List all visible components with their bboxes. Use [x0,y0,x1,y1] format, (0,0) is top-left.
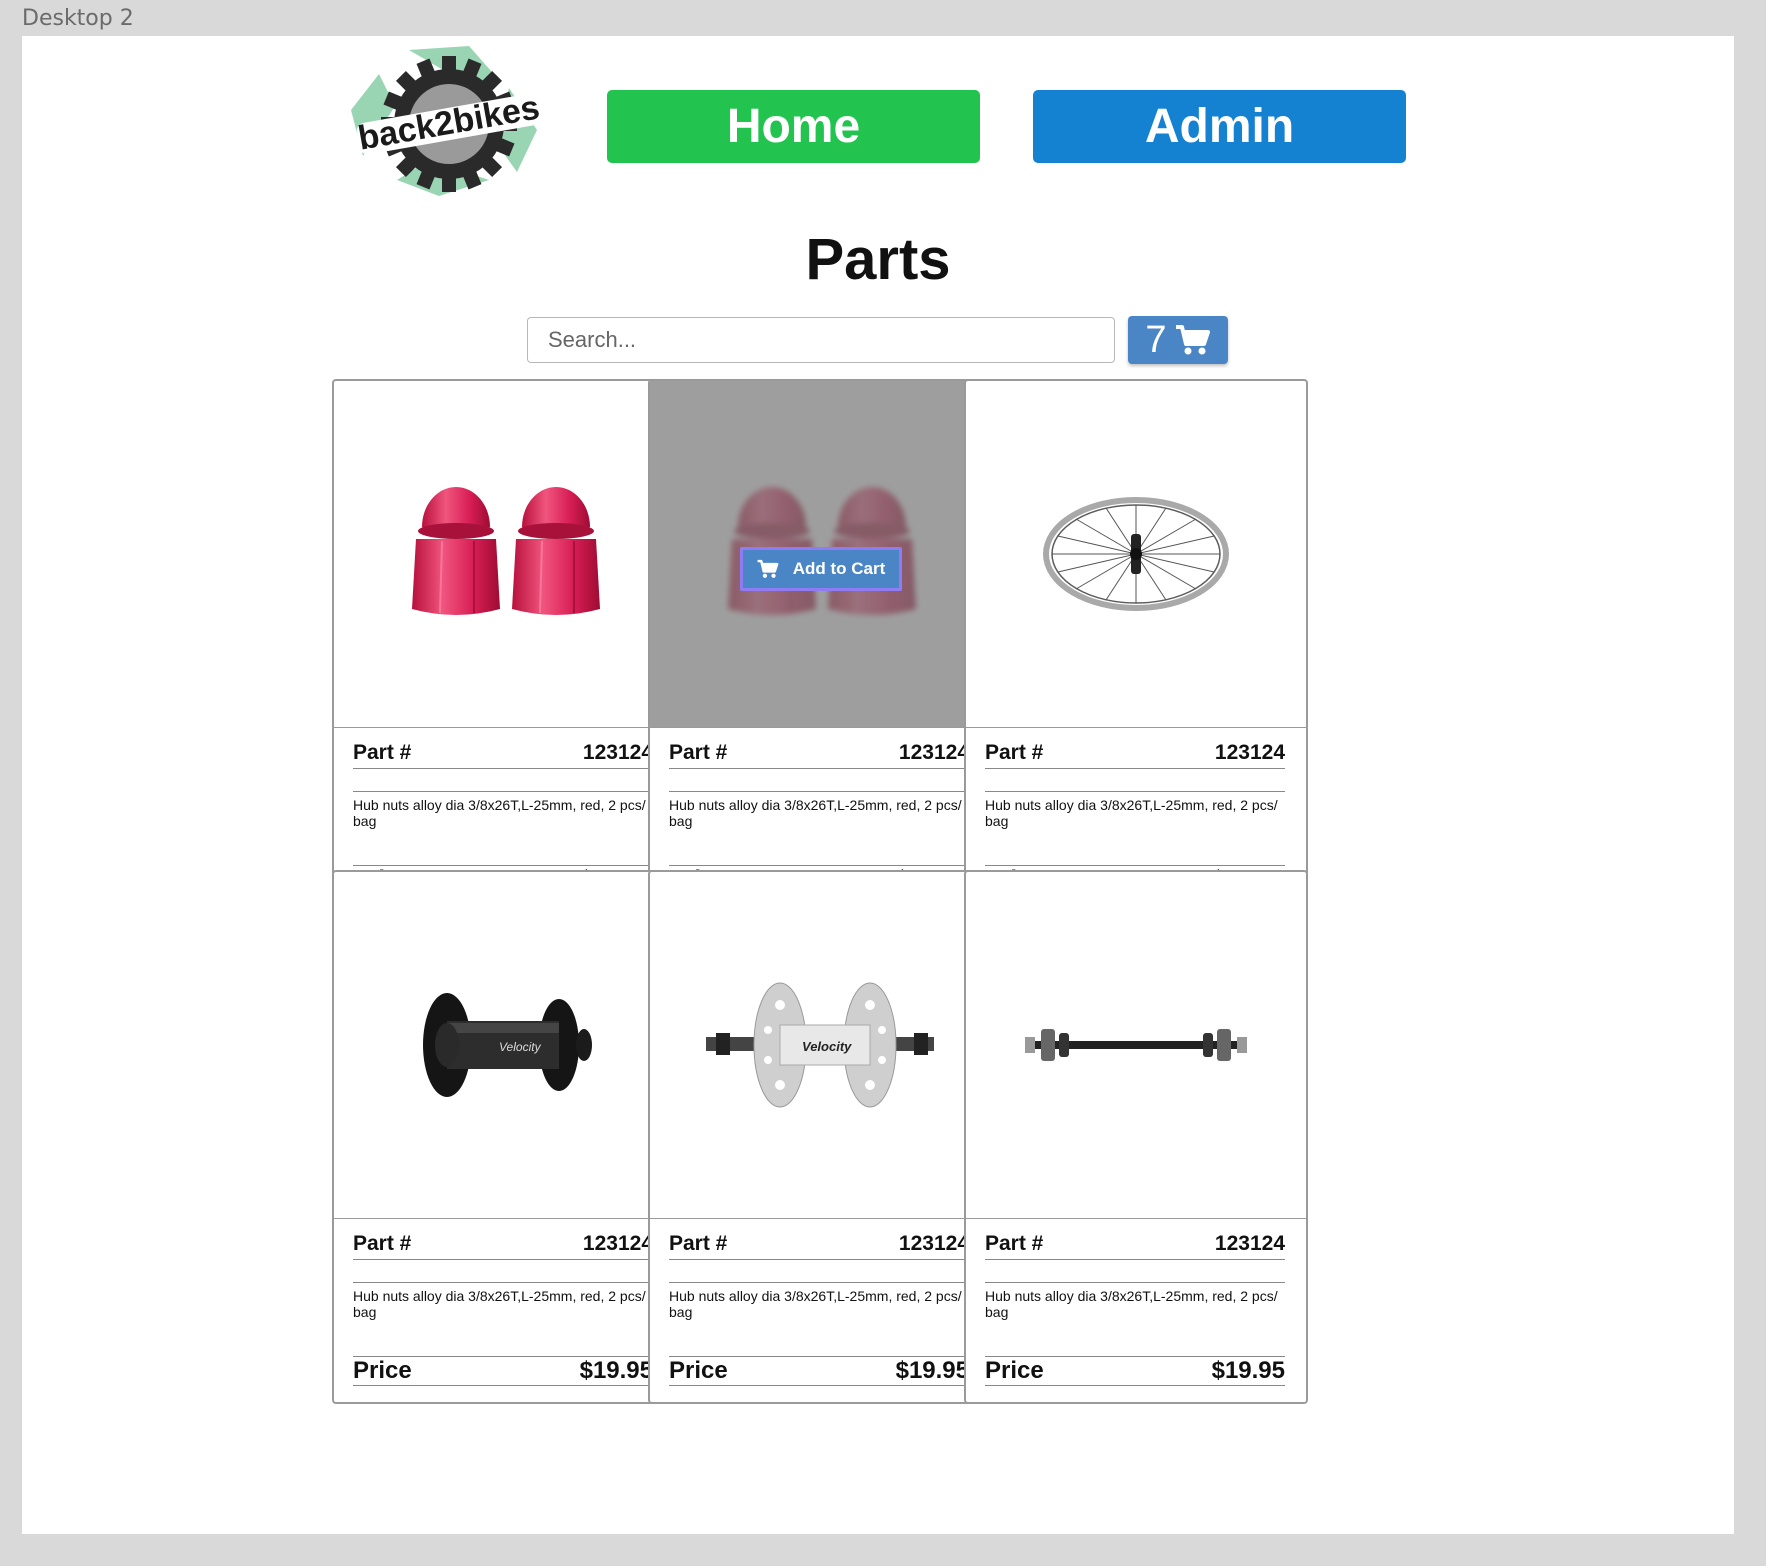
svg-text:Velocity: Velocity [499,1040,542,1054]
product-description: Hub nuts alloy dia 3/8x26T,L-25mm, red, … [353,1288,646,1320]
product-image[interactable] [334,381,674,728]
hover-overlay: Add to Cart [650,381,990,727]
product-description: Hub nuts alloy dia 3/8x26T,L-25mm, red, … [669,797,962,829]
product-card[interactable]: Part # 123124 Hub nuts alloy dia 3/8x26T,L… [964,379,1308,913]
part-number: 123124 [1214,1232,1285,1255]
cart-button[interactable]: 7 [1128,316,1228,364]
shopping-cart-icon [1175,325,1210,355]
part-label: Part # [669,1232,728,1255]
price-value: $19.95 [895,1357,969,1384]
part-label: Part # [353,741,412,764]
product-description: Hub nuts alloy dia 3/8x26T,L-25mm, red, … [669,1288,962,1320]
divider [669,1282,969,1283]
admin-button[interactable]: Admin [1033,90,1406,163]
price-row: Price $19.95 [669,1357,969,1386]
artboard: back2bikes Home Admin Parts 7 [22,36,1734,1534]
part-number-row: Part # 123124 [985,1232,1285,1260]
home-button[interactable]: Home [607,90,980,163]
product-card[interactable]: Velocity Part # 123124 Hub nuts alloy dia … [648,870,992,1404]
divider [353,1282,653,1283]
product-image[interactable]: Velocity [650,872,990,1219]
product-image[interactable] [966,872,1306,1219]
part-number-row: Part # 123124 [985,741,1285,769]
price-row: Price $19.95 [985,1357,1285,1386]
part-number: 123124 [898,741,969,764]
part-number-row: Part # 123124 [353,741,653,769]
search-input[interactable] [527,317,1115,363]
product-description: Hub nuts alloy dia 3/8x26T,L-25mm, red, … [985,797,1278,829]
shopping-cart-icon [757,559,779,578]
part-number-row: Part # 123124 [669,741,969,769]
part-label: Part # [985,741,1044,764]
product-image[interactable] [966,381,1306,728]
product-description: Hub nuts alloy dia 3/8x26T,L-25mm, red, … [985,1288,1278,1320]
price-label: Price [353,1357,412,1384]
divider [985,791,1285,792]
part-label: Part # [985,1232,1044,1255]
divider [985,1282,1285,1283]
divider [669,791,969,792]
add-to-cart-button[interactable]: Add to Cart [740,547,902,591]
part-number: 123124 [582,1232,653,1255]
price-value: $19.95 [579,1357,653,1384]
part-label: Part # [353,1232,412,1255]
product-card[interactable]: Part # 123124 Hub nuts alloy dia 3/8x26T,L… [964,870,1308,1404]
product-card[interactable]: Add to Cart Part # 123124 Hub nuts alloy di… [648,379,992,913]
divider [353,791,653,792]
back2bikes-logo[interactable]: back2bikes [349,40,549,202]
product-card[interactable]: Part # 123124 Hub nuts alloy dia 3/8x26T,L… [332,379,676,913]
price-label: Price [669,1357,728,1384]
price-label: Price [985,1357,1044,1384]
product-description: Hub nuts alloy dia 3/8x26T,L-25mm, red, … [353,797,646,829]
part-number: 123124 [898,1232,969,1255]
svg-text:Velocity: Velocity [802,1039,852,1054]
cart-count: 7 [1145,318,1167,361]
part-number: 123124 [1214,741,1285,764]
part-number-row: Part # 123124 [669,1232,969,1260]
add-to-cart-label: Add to Cart [792,559,886,578]
frame-label: Desktop 2 [22,6,134,31]
part-label: Part # [669,741,728,764]
part-number: 123124 [582,741,653,764]
price-value: $19.95 [1211,1357,1285,1384]
part-number-row: Part # 123124 [353,1232,653,1260]
product-image[interactable]: Velocity [334,872,674,1219]
price-row: Price $19.95 [353,1357,653,1386]
product-card[interactable]: Velocity Part # 123124 Hub nuts alloy dia … [332,870,676,1404]
page-title: Parts [805,227,951,292]
